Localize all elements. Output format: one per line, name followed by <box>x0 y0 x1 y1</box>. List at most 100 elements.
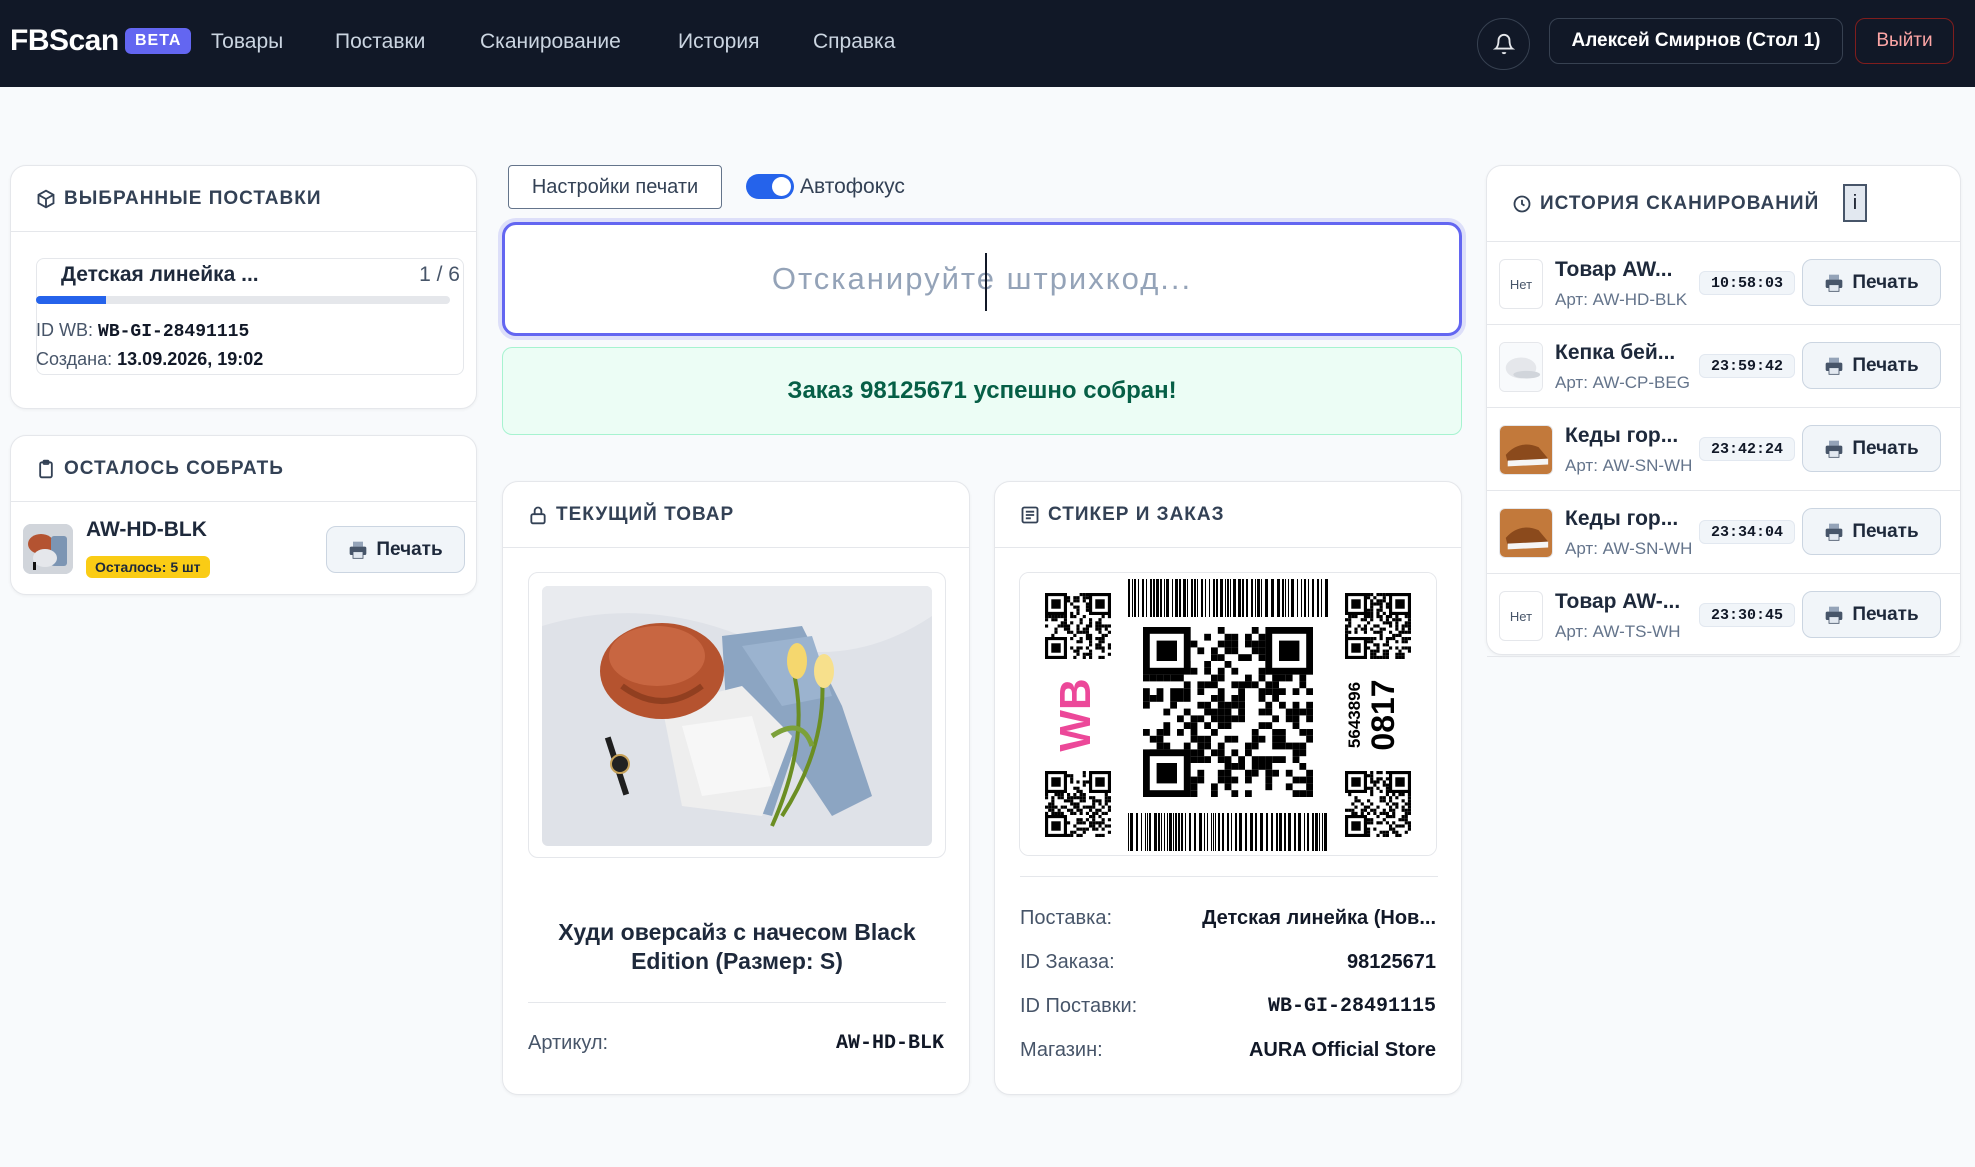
scan-history-header: ИСТОРИЯ СКАНИРОВАНИЙ <box>1487 166 1960 242</box>
printer-icon <box>349 541 367 559</box>
history-item-article: Арт: AW-HD-BLK <box>1555 290 1688 309</box>
supply-progress-fill <box>36 296 107 304</box>
print-label: Печать <box>1852 437 1919 459</box>
remaining-print-button[interactable]: Печать <box>326 526 465 573</box>
history-row[interactable]: Кеды гор... Арт: AW-SN-WH 23:42:24 Печать <box>1487 408 1960 491</box>
supply-created-label: Создана: <box>36 349 113 369</box>
history-item-time: 23:42:24 <box>1699 437 1795 461</box>
history-item-time: 23:30:45 <box>1699 603 1795 627</box>
barcode-scan-input[interactable]: Отсканируйте штрихкод... <box>502 222 1462 336</box>
nav-link-supplies[interactable]: Поставки <box>335 30 425 54</box>
brand-logo[interactable]: FBScan <box>10 24 119 58</box>
history-row[interactable]: Кепка бей... Арт: AW-CP-BEG 23:59:42 Печать <box>1487 325 1960 408</box>
sticker-supply-value: Детская линейка (Нов... <box>1202 907 1436 929</box>
sticker-supply-id-value: WB-GI-28491115 <box>1267 995 1436 1018</box>
cap-thumbnail <box>1499 342 1543 392</box>
scan-history-title: ИСТОРИЯ СКАНИРОВАНИЙ <box>1540 192 1820 214</box>
remaining-card: ОСТАЛОСЬ СОБРАТЬ AW-HD-BLK Осталось: 5 ш… <box>10 435 477 595</box>
supply-progress-count: 1 / 6 <box>419 263 460 286</box>
user-menu-button[interactable]: Алексей Смирнов (Стол 1) <box>1549 18 1843 64</box>
supply-progress-bar <box>36 296 450 304</box>
history-item-name: Кепка бей... <box>1555 341 1676 364</box>
print-label: Печать <box>1852 271 1919 293</box>
selected-supplies-header: ВЫБРАННЫЕ ПОСТАВКИ <box>11 166 476 232</box>
history-print-button[interactable]: Печать <box>1802 342 1941 389</box>
nav-link-history[interactable]: История <box>678 30 759 54</box>
sticker-code-small: 5643896 <box>1345 682 1364 748</box>
top-navbar: FBScan BETA Товары Поставки Сканирование… <box>0 0 1975 87</box>
clipboard-icon <box>39 459 53 478</box>
nav-link-help[interactable]: Справка <box>813 30 895 54</box>
sticker-title: СТИКЕР И ЗАКАЗ <box>1048 503 1225 525</box>
nav-link-scanning[interactable]: Сканирование <box>480 30 621 54</box>
success-alert: Заказ 98125671 успешно собран! <box>502 347 1462 435</box>
remaining-title: ОСТАЛОСЬ СОБРАТЬ <box>64 457 284 479</box>
scan-placeholder: Отсканируйте штрихкод... <box>771 261 1193 296</box>
print-label: Печать <box>376 538 443 560</box>
sticker-order-value: 98125671 <box>1347 951 1436 973</box>
history-item-article: Арт: AW-CP-BEG <box>1555 373 1690 392</box>
print-label: Печать <box>1852 520 1919 542</box>
current-item-card: ТЕКУЩИЙ ТОВАР Худи оверсайз с начесом Bl… <box>502 481 970 1095</box>
history-item-name: Кеды гор... <box>1565 424 1679 447</box>
divider <box>1020 876 1438 877</box>
box-icon <box>37 189 55 208</box>
product-title: Худи оверсайз с начесом Black Edition (Р… <box>558 919 916 974</box>
printer-icon <box>1825 274 1843 292</box>
history-item-time: 10:58:03 <box>1699 271 1795 295</box>
print-label: Печать <box>1852 354 1919 376</box>
autofocus-label: Автофокус <box>800 175 905 198</box>
sticker-store-label: Магазин: <box>1020 1039 1103 1061</box>
printer-icon <box>1825 357 1843 375</box>
print-label: Печать <box>1852 603 1919 625</box>
history-item-time: 23:59:42 <box>1699 354 1795 378</box>
selected-supplies-title: ВЫБРАННЫЕ ПОСТАВКИ <box>64 187 322 209</box>
current-item-title: ТЕКУЩИЙ ТОВАР <box>556 503 735 525</box>
history-item-article: Арт: AW-SN-WH <box>1565 456 1691 475</box>
notifications-button[interactable] <box>1477 18 1530 70</box>
history-row[interactable]: Нет Товар AW-... Арт: AW-TS-WH 23:30:45 Печа… <box>1487 574 1960 657</box>
sneaker-thumbnail <box>1499 425 1553 475</box>
current-item-header: ТЕКУЩИЙ ТОВАР <box>503 482 969 548</box>
article-label: Артикул: <box>528 1032 609 1054</box>
history-row[interactable]: Нет Товар AW... Арт: AW-HD-BLK 10:58:03 Печа… <box>1487 242 1960 325</box>
product-photo <box>542 586 932 846</box>
history-print-button[interactable]: Печать <box>1802 591 1941 638</box>
history-row[interactable]: Кеды гор... Арт: AW-SN-WH 23:34:04 Печать <box>1487 491 1960 574</box>
sneaker-thumbnail <box>1499 508 1553 558</box>
product-photo-frame <box>528 572 946 858</box>
nav-link-products[interactable]: Товары <box>211 30 283 54</box>
remaining-count-badge: Осталось: 5 шт <box>86 556 210 578</box>
article-value: AW-HD-BLK <box>835 1032 944 1055</box>
history-item-article: Арт: AW-SN-WH <box>1565 539 1691 558</box>
sticker-qr-main <box>1143 627 1313 797</box>
history-print-button[interactable]: Печать <box>1802 425 1941 472</box>
remaining-sku: AW-HD-BLK <box>86 518 207 541</box>
text-caret <box>985 253 987 311</box>
supply-name: Детская линейка ... <box>61 263 259 286</box>
autofocus-toggle[interactable] <box>746 174 794 199</box>
supply-id-value: WB-GI-28491115 <box>98 322 250 342</box>
supply-created-line: Создана: 13.09.2026, 19:02 <box>36 349 263 370</box>
supply-created-value: 13.09.2026, 19:02 <box>117 349 264 369</box>
sticker-card: СТИКЕР И ЗАКАЗ WB 5643896 0817 Поставка:… <box>994 481 1462 1095</box>
wb-logo: WB <box>1051 678 1100 751</box>
history-thumb-placeholder: Нет <box>1499 259 1543 309</box>
sticker-supply-label: Поставка: <box>1020 907 1113 929</box>
history-item-article: Арт: AW-TS-WH <box>1555 622 1681 641</box>
logout-button[interactable]: Выйти <box>1855 18 1954 64</box>
history-print-button[interactable]: Печать <box>1802 259 1941 306</box>
divider <box>528 1002 946 1003</box>
print-settings-button[interactable]: Настройки печати <box>508 165 722 209</box>
history-item-name: Товар AW... <box>1555 258 1673 281</box>
sticker-code-big: 0817 <box>1365 679 1401 750</box>
printer-icon <box>1825 440 1843 458</box>
history-item-name: Товар AW-... <box>1555 590 1681 613</box>
sticker-header: СТИКЕР И ЗАКАЗ <box>995 482 1461 548</box>
history-item-time: 23:34:04 <box>1699 520 1795 544</box>
lock-icon <box>530 506 546 524</box>
document-icon <box>1021 506 1039 523</box>
history-print-button[interactable]: Печать <box>1802 508 1941 555</box>
remaining-header: ОСТАЛОСЬ СОБРАТЬ <box>11 436 476 502</box>
history-info-button[interactable]: i <box>1843 184 1867 222</box>
